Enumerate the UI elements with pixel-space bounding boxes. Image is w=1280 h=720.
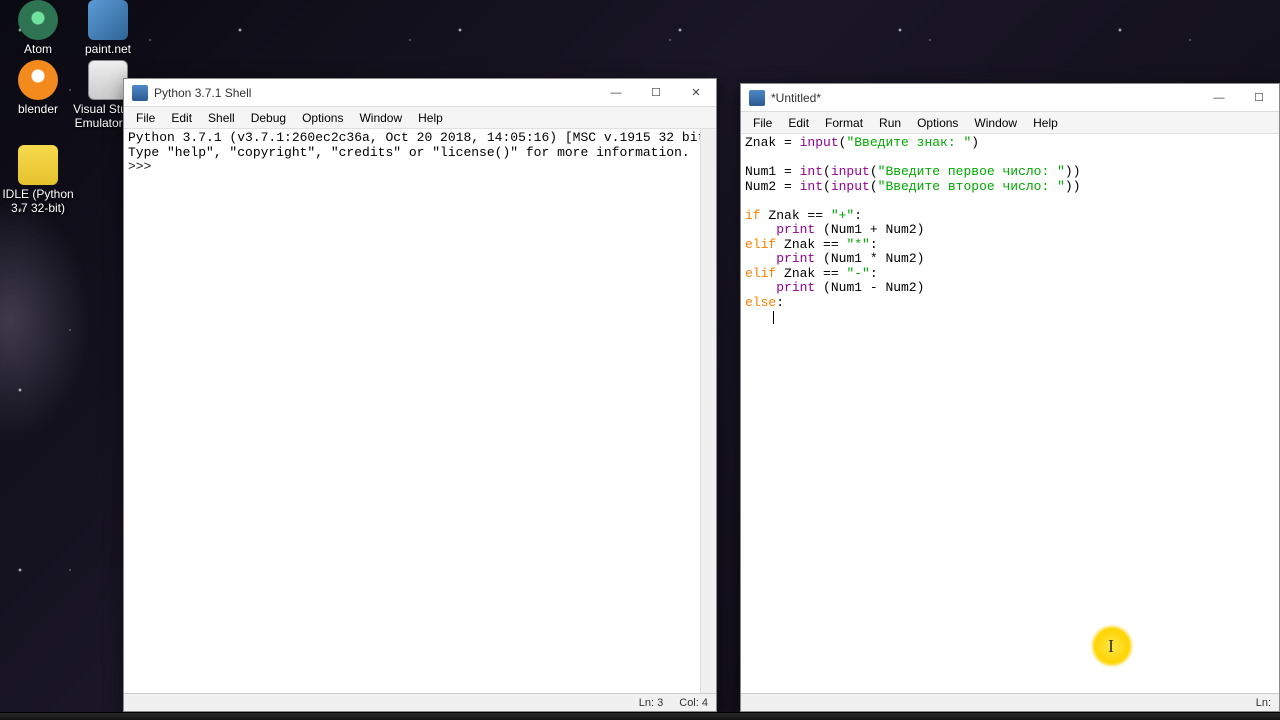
atom-icon bbox=[18, 0, 58, 40]
status-column: Col: 4 bbox=[679, 697, 708, 709]
idle-icon bbox=[18, 145, 58, 185]
menu-help[interactable]: Help bbox=[1025, 114, 1066, 132]
menu-edit[interactable]: Edit bbox=[163, 109, 200, 127]
code-text: : bbox=[870, 266, 878, 281]
code-fn: input bbox=[800, 135, 839, 150]
code-kw: elif bbox=[745, 266, 776, 281]
code-text: ) bbox=[971, 135, 979, 150]
minimize-button[interactable]: — bbox=[1199, 84, 1239, 112]
statusbar: Ln: 3 Col: 4 bbox=[124, 693, 716, 711]
maximize-button[interactable]: ☐ bbox=[636, 79, 676, 107]
code-text: ( bbox=[823, 164, 831, 179]
menubar: File Edit Shell Debug Options Window Hel… bbox=[124, 107, 716, 129]
code-fn: print bbox=[776, 280, 815, 295]
code-text: ( bbox=[823, 179, 831, 194]
statusbar: Ln: bbox=[741, 693, 1279, 711]
paintnet-icon bbox=[88, 0, 128, 40]
code-text: (Num1 + Num2) bbox=[815, 222, 924, 237]
shell-line: Type "help", "copyright", "credits" or "… bbox=[128, 145, 690, 160]
menu-window[interactable]: Window bbox=[966, 114, 1025, 132]
desktop-icon-idle[interactable]: IDLE (Python 3.7 32-bit) bbox=[2, 145, 74, 215]
code-fn: print bbox=[776, 251, 815, 266]
code-text bbox=[745, 251, 776, 266]
menu-options[interactable]: Options bbox=[909, 114, 966, 132]
code-text: Num2 = bbox=[745, 179, 800, 194]
code-text: : bbox=[854, 208, 862, 223]
menu-file[interactable]: File bbox=[745, 114, 780, 132]
code-fn: int bbox=[800, 164, 823, 179]
titlebar[interactable]: *Untitled* — ☐ bbox=[741, 84, 1279, 112]
code-text bbox=[745, 280, 776, 295]
code-str: "Введите первое число: " bbox=[878, 164, 1065, 179]
code-editor[interactable]: Znak = input("Введите знак: ") Num1 = in… bbox=[741, 134, 1279, 693]
python-icon bbox=[749, 90, 765, 106]
menu-help[interactable]: Help bbox=[410, 109, 451, 127]
code-text: ( bbox=[870, 164, 878, 179]
titlebar[interactable]: Python 3.7.1 Shell — ☐ ✕ bbox=[124, 79, 716, 107]
menu-format[interactable]: Format bbox=[817, 114, 871, 132]
close-button[interactable]: ✕ bbox=[676, 79, 716, 107]
menu-debug[interactable]: Debug bbox=[243, 109, 294, 127]
status-line: Ln: bbox=[1256, 697, 1271, 709]
window-idle-editor: *Untitled* — ☐ File Edit Format Run Opti… bbox=[740, 83, 1280, 712]
code-text: Znak = bbox=[745, 135, 800, 150]
code-text: Znak == bbox=[776, 266, 846, 281]
code-text: Num1 = bbox=[745, 164, 800, 179]
desktop-icon-paintnet[interactable]: paint.net bbox=[72, 0, 144, 56]
code-text: ( bbox=[870, 179, 878, 194]
menu-edit[interactable]: Edit bbox=[780, 114, 817, 132]
desktop-icon-label: Atom bbox=[24, 42, 52, 56]
code-text bbox=[745, 222, 776, 237]
desktop-icon-atom[interactable]: Atom bbox=[2, 0, 74, 56]
maximize-button[interactable]: ☐ bbox=[1239, 84, 1279, 112]
shell-line: Python 3.7.1 (v3.7.1:260ec2c36a, Oct 20 … bbox=[128, 130, 716, 145]
desktop-icon-label: IDLE (Python 3.7 32-bit) bbox=[2, 187, 73, 215]
shell-prompt: >>> bbox=[128, 159, 159, 174]
code-text: Znak == bbox=[776, 237, 846, 252]
code-text: )) bbox=[1065, 164, 1081, 179]
minimize-button[interactable]: — bbox=[596, 79, 636, 107]
code-text: : bbox=[870, 237, 878, 252]
code-fn: int bbox=[800, 179, 823, 194]
code-fn: input bbox=[831, 164, 870, 179]
code-text: (Num1 * Num2) bbox=[815, 251, 924, 266]
taskbar[interactable] bbox=[0, 712, 1280, 720]
python-icon bbox=[132, 85, 148, 101]
menu-options[interactable]: Options bbox=[294, 109, 351, 127]
code-text: Znak == bbox=[761, 208, 831, 223]
code-str: "*" bbox=[846, 237, 869, 252]
code-text: )) bbox=[1065, 179, 1081, 194]
code-str: "+" bbox=[831, 208, 854, 223]
status-line: Ln: 3 bbox=[639, 697, 663, 709]
code-kw: if bbox=[745, 208, 761, 223]
desktop-icon-label: paint.net bbox=[85, 42, 131, 56]
menu-shell[interactable]: Shell bbox=[200, 109, 243, 127]
code-str: "-" bbox=[846, 266, 869, 281]
menu-window[interactable]: Window bbox=[351, 109, 410, 127]
text-caret bbox=[773, 311, 774, 324]
code-kw: else bbox=[745, 295, 776, 310]
code-str: "Введите второе число: " bbox=[878, 179, 1065, 194]
menu-file[interactable]: File bbox=[128, 109, 163, 127]
code-text: : bbox=[776, 295, 784, 310]
menubar: File Edit Format Run Options Window Help bbox=[741, 112, 1279, 134]
shell-output[interactable]: Python 3.7.1 (v3.7.1:260ec2c36a, Oct 20 … bbox=[124, 129, 716, 693]
code-kw: elif bbox=[745, 237, 776, 252]
window-title: *Untitled* bbox=[771, 91, 821, 105]
window-python-shell: Python 3.7.1 Shell — ☐ ✕ File Edit Shell… bbox=[123, 78, 717, 712]
code-fn: input bbox=[831, 179, 870, 194]
code-text: (Num1 - Num2) bbox=[815, 280, 924, 295]
blender-icon bbox=[18, 60, 58, 100]
scrollbar[interactable] bbox=[700, 129, 716, 693]
desktop-icon-blender[interactable]: blender bbox=[2, 60, 74, 116]
code-str: "Введите знак: " bbox=[846, 135, 971, 150]
code-fn: print bbox=[776, 222, 815, 237]
menu-run[interactable]: Run bbox=[871, 114, 909, 132]
desktop-icon-label: blender bbox=[18, 102, 58, 116]
window-title: Python 3.7.1 Shell bbox=[154, 86, 251, 100]
vs-emulator-icon bbox=[88, 60, 128, 100]
